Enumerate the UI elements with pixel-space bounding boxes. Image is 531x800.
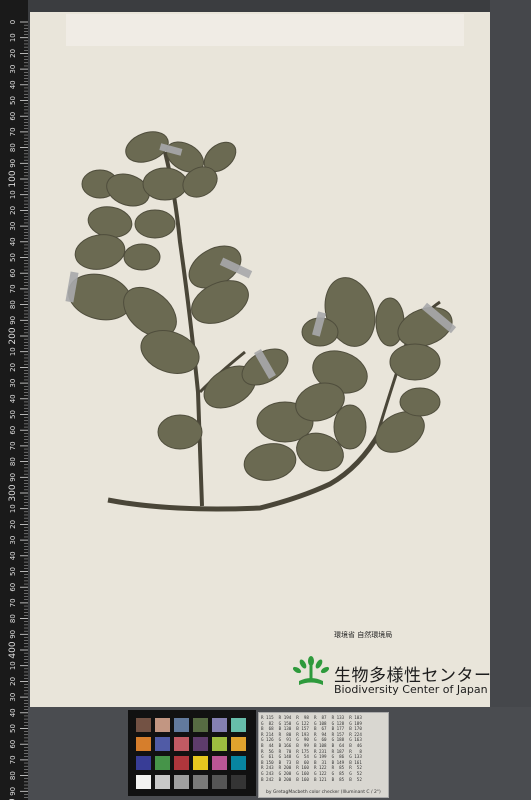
color-swatch xyxy=(193,737,208,751)
ruler-label: 200 xyxy=(8,327,18,344)
ruler-label: 40 xyxy=(9,237,17,246)
color-swatch xyxy=(193,775,208,789)
color-swatch xyxy=(136,718,151,732)
color-swatch xyxy=(174,737,189,751)
center-name-english: Biodiversity Center of Japan xyxy=(334,683,488,696)
color-swatch xyxy=(174,756,189,770)
ruler-label: 20 xyxy=(9,49,17,58)
color-swatch xyxy=(212,756,227,770)
ruler-label: 60 xyxy=(9,269,17,278)
ruler-label: 40 xyxy=(9,708,17,717)
ruler-label: 50 xyxy=(9,96,17,105)
ruler-label: 20 xyxy=(9,363,17,372)
ruler-label: 40 xyxy=(9,80,17,89)
color-swatch xyxy=(193,756,208,770)
color-swatch xyxy=(231,737,246,751)
ruler-label: 70 xyxy=(9,127,17,136)
color-swatch xyxy=(212,718,227,732)
ruler-label: 10 xyxy=(9,190,17,199)
plant-specimen xyxy=(65,131,457,512)
ruler-label: 50 xyxy=(9,724,17,733)
ruler-label: 50 xyxy=(9,253,17,262)
color-swatch xyxy=(231,775,246,789)
color-swatch xyxy=(155,718,170,732)
color-values: R 115 R 194 R 98 R 87 R 133 R 103 G 82 G… xyxy=(261,715,362,782)
ruler-label: 400 xyxy=(8,641,18,658)
ruler-label: 10 xyxy=(9,504,17,513)
ruler-label: 90 xyxy=(9,159,17,168)
ruler-label: 80 xyxy=(9,457,17,466)
color-swatch xyxy=(155,775,170,789)
ruler-label: 70 xyxy=(9,284,17,293)
ruler-label: 30 xyxy=(9,379,17,388)
color-swatch xyxy=(231,756,246,770)
ruler-label: 50 xyxy=(9,410,17,419)
color-swatch xyxy=(136,775,151,789)
ruler-label: 30 xyxy=(9,693,17,702)
ruler-label: 30 xyxy=(9,536,17,545)
ruler-label: 40 xyxy=(9,394,17,403)
ruler-label: 90 xyxy=(9,316,17,325)
ruler-label: 10 xyxy=(9,347,17,356)
ruler-label: 10 xyxy=(9,661,17,670)
ruler-label: 80 xyxy=(9,143,17,152)
color-swatch xyxy=(193,718,208,732)
ruler-label: 0 xyxy=(9,20,17,24)
color-swatch xyxy=(174,775,189,789)
color-swatch xyxy=(136,756,151,770)
color-card-credit: by GretagMacbeth color checker (Illumina… xyxy=(266,790,381,795)
ruler-label: 60 xyxy=(9,583,17,592)
color-reference-table: R 115 R 194 R 98 R 87 R 133 R 103 G 82 G… xyxy=(258,712,389,798)
ruler-label: 80 xyxy=(9,614,17,623)
ruler-label: 20 xyxy=(9,520,17,529)
color-swatch xyxy=(136,737,151,751)
color-swatch xyxy=(231,718,246,732)
ruler-label: 100 xyxy=(8,170,18,187)
ruler-label: 60 xyxy=(9,112,17,121)
ruler-label: 90 xyxy=(9,787,17,796)
ruler-label: 30 xyxy=(9,65,17,74)
color-swatch xyxy=(155,737,170,751)
ministry-label: 環境省 自然環境局 xyxy=(334,631,393,639)
ruler-label: 70 xyxy=(9,441,17,450)
ruler-label: 60 xyxy=(9,426,17,435)
ruler-label: 40 xyxy=(9,551,17,560)
ruler-label: 70 xyxy=(9,598,17,607)
color-swatch xyxy=(212,775,227,789)
ruler-label: 20 xyxy=(9,206,17,215)
ruler-label: 80 xyxy=(9,771,17,780)
color-swatch xyxy=(155,756,170,770)
ruler-label: 30 xyxy=(9,222,17,231)
leaf-cluster xyxy=(68,131,453,481)
ruler-label: 70 xyxy=(9,755,17,764)
color-swatch xyxy=(212,737,227,751)
ruler-label: 50 xyxy=(9,567,17,576)
measuring-ruler: 0 10 20 30 40 50 60 70 80 90 100 10 20 30 40 50 60 70 80 90… xyxy=(0,0,28,800)
color-swatch xyxy=(174,718,189,732)
ruler-label: 10 xyxy=(9,33,17,42)
ruler-label: 90 xyxy=(9,473,17,482)
ruler-label: 20 xyxy=(9,677,17,686)
ruler-scale: 0 10 20 30 40 50 60 70 80 90 100 10 20 30 40 50 60 70 80 90… xyxy=(8,20,28,800)
scanner-edge xyxy=(490,0,531,800)
ruler-label: 60 xyxy=(9,740,17,749)
biodiversity-center-logo xyxy=(293,656,329,685)
color-checker-card xyxy=(128,710,256,796)
ruler-label: 300 xyxy=(8,484,18,501)
ruler-label: 90 xyxy=(9,630,17,639)
ruler-label: 80 xyxy=(9,300,17,309)
